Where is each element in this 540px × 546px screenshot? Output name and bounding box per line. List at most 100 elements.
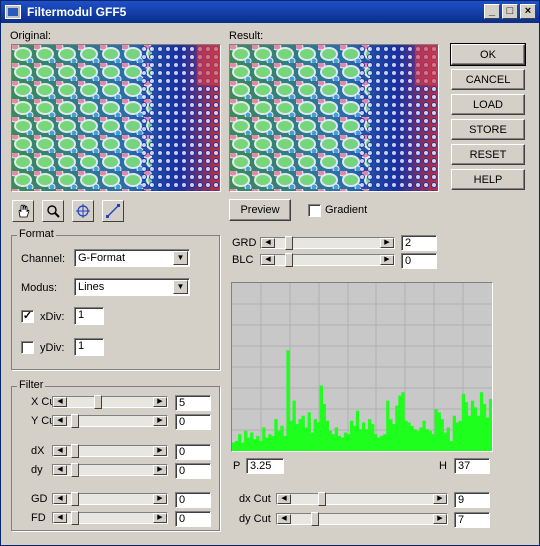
histogram-plot — [232, 283, 492, 451]
line-icon — [106, 204, 120, 218]
arrow-left-icon[interactable]: ◀ — [277, 494, 291, 504]
store-button[interactable]: STORE — [451, 119, 525, 140]
channel-select[interactable]: G-Format ▼ — [74, 249, 190, 267]
slider-thumb[interactable] — [311, 512, 319, 526]
grd-field[interactable]: 2 — [401, 235, 437, 251]
histogram-bar — [479, 392, 484, 451]
xdiv-field[interactable]: 1 — [74, 307, 104, 325]
line-tool-button[interactable] — [102, 200, 124, 222]
modus-select[interactable]: Lines ▼ — [74, 278, 190, 296]
histogram-bar — [331, 434, 336, 451]
histogram-bar — [328, 430, 333, 451]
arrow-right-icon[interactable]: ▶ — [153, 465, 167, 475]
arrow-right-icon[interactable]: ▶ — [433, 514, 447, 524]
filter-gd-label: GD — [31, 493, 48, 505]
arrow-left-icon[interactable]: ◀ — [277, 514, 291, 524]
ydiv-checkbox[interactable] — [21, 341, 34, 354]
filter-dx-label: dX — [31, 445, 45, 457]
help-button[interactable]: HELP — [451, 169, 525, 190]
ok-button[interactable]: OK — [450, 43, 526, 66]
grd-slider[interactable]: ◀ ▶ — [260, 236, 395, 250]
histogram-bar — [274, 419, 278, 451]
slider-thumb[interactable] — [71, 511, 79, 525]
modus-label: Modus: — [21, 282, 58, 294]
dxcut-slider[interactable]: ◀ ▶ — [276, 492, 448, 506]
arrow-right-icon[interactable]: ▶ — [433, 494, 447, 504]
slider-thumb[interactable] — [285, 253, 293, 267]
slider-thumb[interactable] — [71, 414, 79, 428]
filter-xcut-slider[interactable]: ◀ ▶ — [52, 395, 168, 409]
arrow-left-icon[interactable]: ◀ — [261, 238, 275, 248]
ydiv-field[interactable]: 1 — [74, 338, 104, 356]
zoom-tool-button[interactable] — [42, 200, 64, 222]
histogram-bar — [404, 420, 408, 451]
filter-dy-field[interactable]: 0 — [175, 463, 211, 479]
arrow-left-icon[interactable]: ◀ — [53, 494, 67, 504]
arrow-left-icon[interactable]: ◀ — [53, 416, 67, 426]
arrow-right-icon[interactable]: ▶ — [153, 416, 167, 426]
slider-thumb[interactable] — [71, 444, 79, 458]
slider-thumb[interactable] — [94, 395, 102, 409]
cancel-button[interactable]: CANCEL — [451, 69, 525, 90]
gradient-label: Gradient — [325, 204, 368, 216]
slider-thumb[interactable] — [71, 463, 79, 477]
window-title: Filtermodul GFF5 — [27, 5, 127, 19]
histogram-bar — [253, 439, 257, 451]
filter-dy-slider[interactable]: ◀ ▶ — [52, 463, 168, 477]
blc-slider[interactable]: ◀ ▶ — [260, 253, 395, 267]
histogram-bar — [386, 400, 390, 451]
load-button[interactable]: LOAD — [451, 94, 525, 115]
slider-thumb[interactable] — [71, 492, 79, 506]
arrow-right-icon[interactable]: ▶ — [153, 513, 167, 523]
maximize-button[interactable]: □ — [502, 4, 518, 19]
arrow-right-icon[interactable]: ▶ — [380, 238, 394, 248]
p-field[interactable]: 3.25 — [246, 458, 284, 474]
h-field[interactable]: 37 — [454, 458, 490, 474]
arrow-left-icon[interactable]: ◀ — [53, 513, 67, 523]
close-button[interactable]: × — [520, 4, 536, 19]
arrow-left-icon[interactable]: ◀ — [53, 465, 67, 475]
gradient-checkbox[interactable] — [308, 204, 321, 217]
histogram-bar — [380, 435, 384, 451]
chevron-down-icon[interactable]: ▼ — [173, 251, 188, 265]
arrow-left-icon[interactable]: ◀ — [261, 255, 275, 265]
filter-fd-field[interactable]: 0 — [175, 511, 211, 527]
hand-tool-button[interactable] — [12, 200, 34, 222]
arrow-left-icon[interactable]: ◀ — [53, 446, 67, 456]
histogram-bar — [301, 415, 305, 451]
arrow-right-icon[interactable]: ▶ — [380, 255, 394, 265]
histogram-bar — [362, 422, 366, 451]
filter-dx-field[interactable]: 0 — [175, 444, 211, 460]
arrow-left-icon[interactable]: ◀ — [53, 397, 67, 407]
hand-icon — [18, 204, 30, 218]
filter-ycut-field[interactable]: 0 — [175, 414, 211, 430]
histogram-bar — [401, 392, 405, 451]
blc-field[interactable]: 0 — [401, 253, 437, 269]
crosshair-icon — [76, 204, 90, 218]
dxcut-label: dx Cut — [239, 493, 271, 505]
preview-button[interactable]: Preview — [229, 199, 291, 221]
histogram[interactable] — [231, 282, 493, 452]
crosshair-tool-button[interactable] — [72, 200, 94, 222]
filter-gd-field[interactable]: 0 — [175, 492, 211, 508]
slider-thumb[interactable] — [285, 236, 293, 250]
minimize-button[interactable]: _ — [484, 4, 500, 19]
histogram-bar — [485, 417, 490, 451]
histogram-bar — [325, 420, 330, 451]
dycut-field[interactable]: 7 — [454, 512, 490, 528]
histogram-bar — [389, 419, 393, 451]
filter-xcut-field[interactable]: 5 — [175, 395, 211, 411]
filter-dx-slider[interactable]: ◀ ▶ — [52, 444, 168, 458]
dxcut-field[interactable]: 9 — [454, 492, 490, 508]
filter-fd-slider[interactable]: ◀ ▶ — [52, 511, 168, 525]
xdiv-checkbox[interactable]: ✓ — [21, 310, 34, 323]
slider-thumb[interactable] — [318, 492, 326, 506]
arrow-right-icon[interactable]: ▶ — [153, 494, 167, 504]
arrow-right-icon[interactable]: ▶ — [153, 397, 167, 407]
filter-gd-slider[interactable]: ◀ ▶ — [52, 492, 168, 506]
chevron-down-icon[interactable]: ▼ — [173, 280, 188, 294]
dycut-slider[interactable]: ◀ ▶ — [276, 512, 448, 526]
filter-ycut-slider[interactable]: ◀ ▶ — [52, 414, 168, 428]
arrow-right-icon[interactable]: ▶ — [153, 446, 167, 456]
reset-button[interactable]: RESET — [451, 144, 525, 165]
